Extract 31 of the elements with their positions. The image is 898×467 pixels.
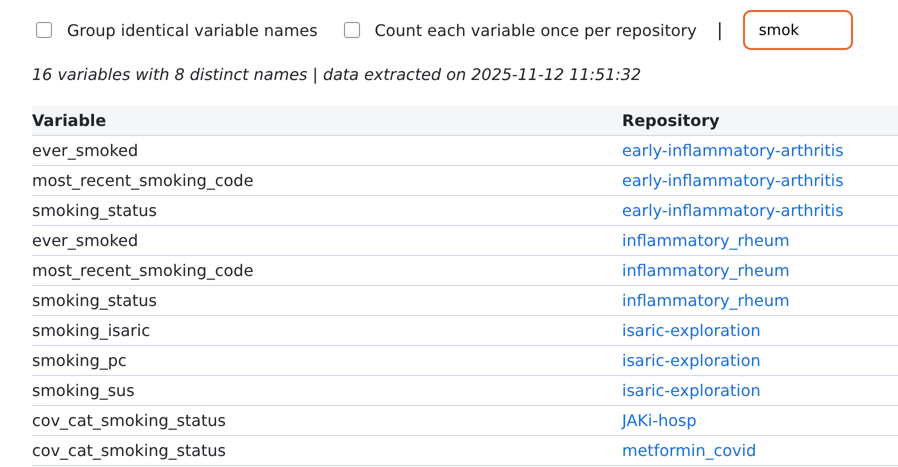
table-cell: most_recent_smoking_code: [32, 256, 622, 286]
column-header: Repository: [622, 106, 898, 136]
repository-link[interactable]: inflammatory_rheum: [622, 231, 790, 250]
repository-link[interactable]: metformin_covid: [622, 441, 756, 460]
table-cell: cov_cat_smoking_status: [32, 436, 622, 466]
search-field[interactable]: smok: [742, 10, 853, 50]
table-cell: smoking_status: [32, 286, 622, 316]
repository-link[interactable]: early-inflammatory-arthritis: [622, 171, 844, 190]
table-cell: smoking_isaric: [32, 316, 622, 346]
repository-link[interactable]: early-inflammatory-arthritis: [622, 201, 844, 220]
summary-text: 16 variables with 8 distinct names | data extracted on 2025-11-12 11:51:32: [32, 65, 642, 84]
table-cell: most_recent_smoking_code: [32, 166, 622, 196]
repository-link[interactable]: isaric-exploration: [622, 381, 761, 400]
table-cell: ever_smoked: [32, 136, 622, 166]
checkbox-label: Group identical variable names: [67, 20, 318, 40]
table-cell: smoking_status: [32, 196, 622, 226]
repository-link[interactable]: isaric-exploration: [622, 321, 761, 340]
table-cell: smoking_pc: [32, 346, 622, 376]
table-cell: cov_cat_smoking_status: [32, 406, 622, 436]
checkbox[interactable]: [344, 22, 360, 38]
table-cell: ever_smoked: [32, 226, 622, 256]
checkbox[interactable]: [36, 22, 52, 38]
repository-link[interactable]: inflammatory_rheum: [622, 291, 790, 310]
repository-link[interactable]: inflammatory_rheum: [622, 261, 790, 280]
repository-link[interactable]: early-inflammatory-arthritis: [622, 141, 844, 160]
checkbox-label: Count each variable once per repository: [374, 20, 697, 40]
repository-link[interactable]: JAKi-hosp: [622, 411, 697, 430]
column-header: Variable: [32, 106, 622, 136]
repository-link[interactable]: isaric-exploration: [622, 351, 761, 370]
separator: |: [716, 20, 723, 40]
table-cell: smoking_sus: [32, 376, 622, 406]
